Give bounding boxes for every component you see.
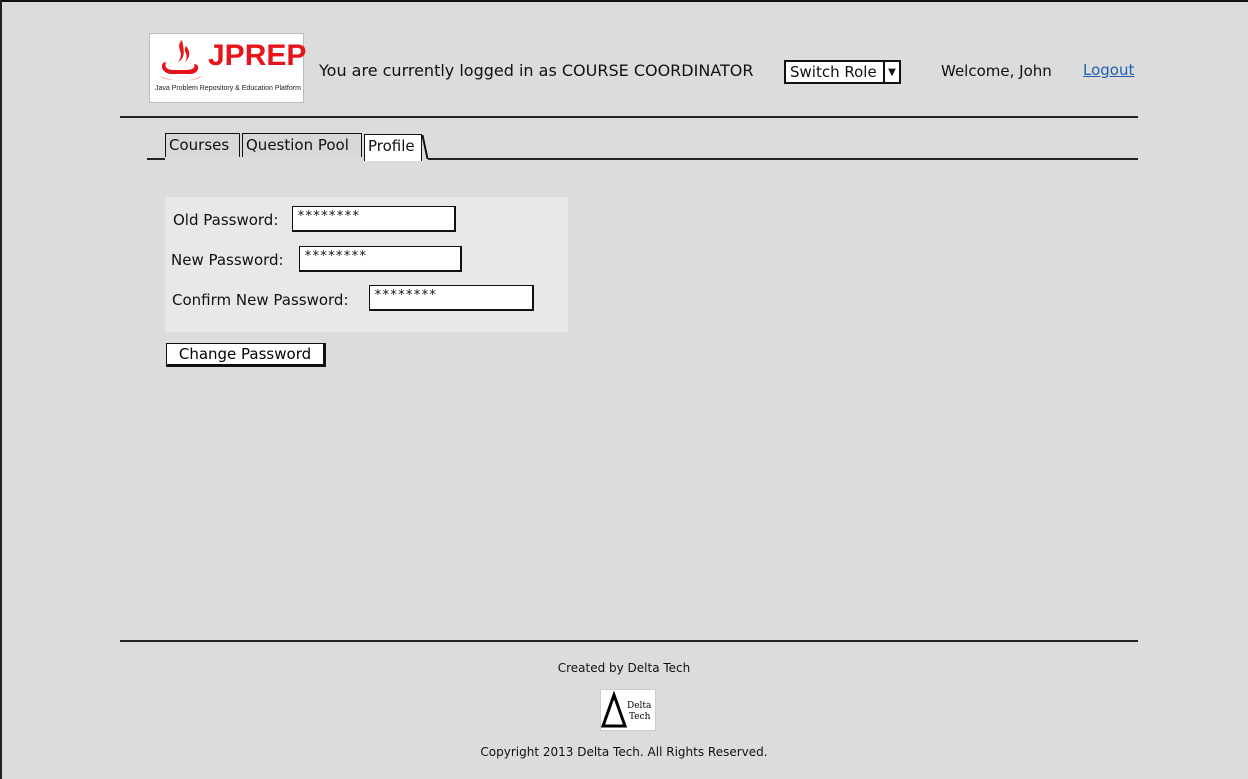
window-top-border [0, 0, 1248, 2]
switch-role-dropdown[interactable]: Switch Role ▼ [784, 60, 901, 84]
jprep-logo: JPREP Java Problem Repository & Educatio… [149, 33, 307, 103]
tab-courses[interactable]: Courses [165, 133, 240, 157]
logo-subtitle: Java Problem Repository & Education Plat… [155, 85, 301, 92]
chevron-down-icon: ▼ [883, 62, 899, 82]
logout-link[interactable]: Logout [1083, 61, 1134, 79]
copyright-text: Copyright 2013 Delta Tech. All Rights Re… [480, 745, 768, 759]
tab-label: Courses [169, 136, 230, 154]
delta-triangle-icon: Delta Tech [600, 690, 652, 728]
old-password-label: Old Password: [173, 211, 279, 229]
tab-profile-edge [421, 135, 429, 159]
tab-baseline-right [428, 158, 1138, 160]
change-password-button[interactable]: Change Password [166, 343, 326, 367]
tab-question-pool[interactable]: Question Pool [242, 133, 362, 157]
welcome-text: Welcome, John [941, 62, 1052, 80]
tab-label: Profile [368, 137, 415, 155]
tab-label: Question Pool [246, 136, 349, 154]
confirm-password-field[interactable]: ******** [369, 285, 534, 311]
new-password-label: New Password: [171, 251, 284, 269]
logo-wordmark: JPREP [208, 39, 307, 72]
footer-divider [120, 640, 1138, 642]
header-divider [120, 116, 1138, 118]
created-by-text: Created by Delta Tech [557, 661, 691, 675]
logo-text-delta: Delta [627, 701, 652, 711]
confirm-password-label: Confirm New Password: [172, 291, 349, 309]
new-password-field[interactable]: ******** [299, 246, 462, 272]
old-password-field[interactable]: ******** [292, 206, 456, 232]
logged-in-role-text: You are currently logged in as COURSE CO… [319, 61, 754, 80]
tab-baseline-left [147, 158, 165, 160]
delta-tech-logo: Delta Tech [600, 689, 656, 731]
logo-text-tech: Tech [629, 712, 651, 722]
switch-role-label: Switch Role [790, 63, 877, 81]
tab-profile[interactable]: Profile [364, 134, 422, 161]
flame-cup-icon [160, 40, 202, 81]
